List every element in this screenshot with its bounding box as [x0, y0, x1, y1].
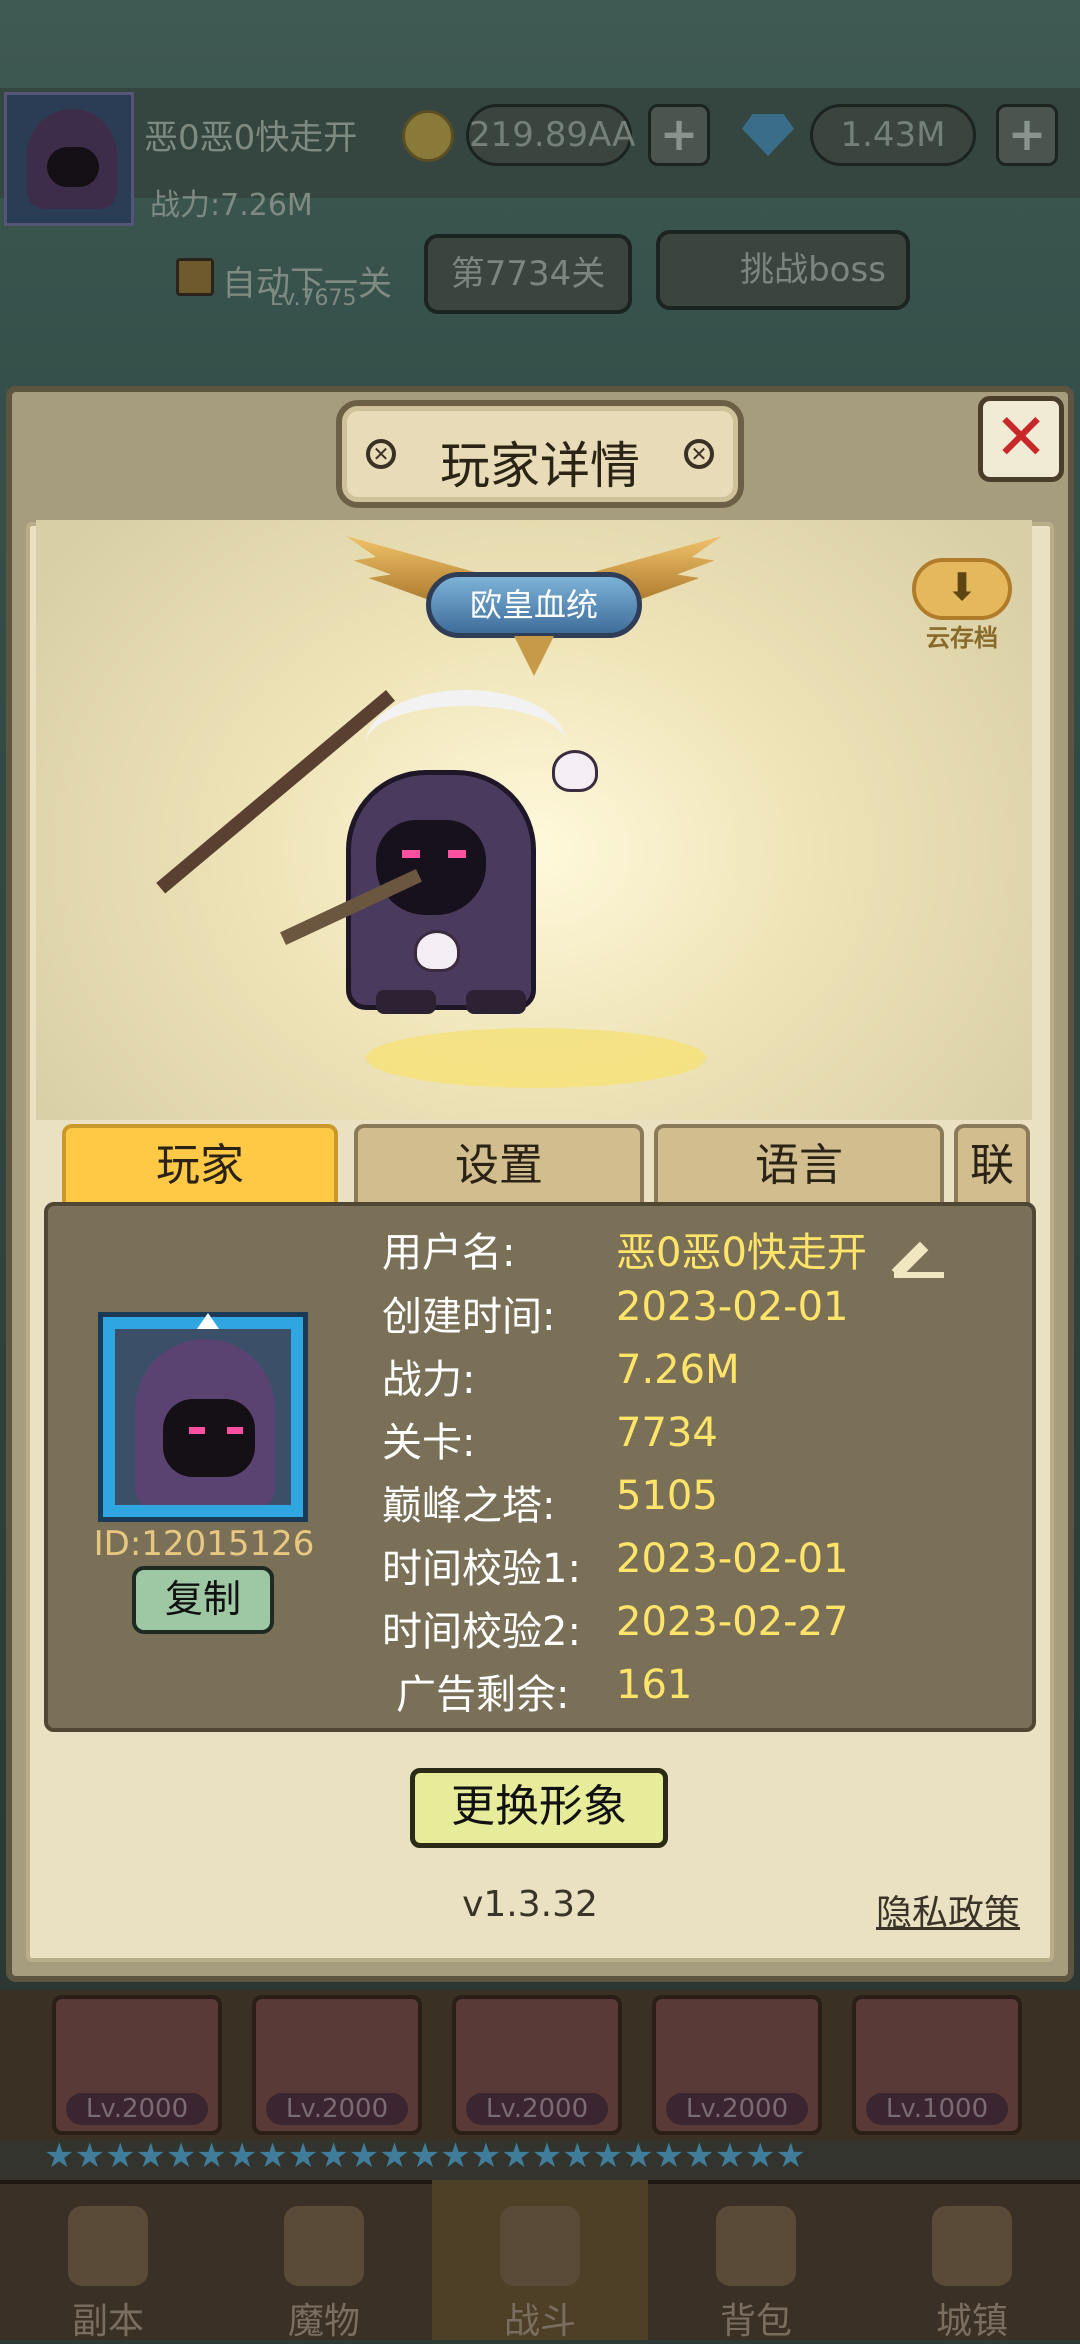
monster-card-level: Lv.2000 — [466, 2093, 608, 2125]
tab-language[interactable]: 语言 — [654, 1124, 944, 1206]
info-label: 战力: — [382, 1357, 476, 1403]
username-value: 恶0恶0快走开 — [616, 1230, 867, 1276]
reaper-left-boot — [376, 990, 436, 1014]
portrait-face-shape — [163, 1399, 255, 1477]
info-label: 创建时间: — [382, 1294, 556, 1340]
info-label: 时间校验2: — [382, 1609, 581, 1655]
backpack-icon — [716, 2206, 796, 2286]
monster-card-level: Lv.1000 — [866, 2093, 1008, 2125]
add-gems-button[interactable]: + — [996, 104, 1058, 166]
hud-power: 战力:7.26M — [150, 188, 313, 223]
add-gold-button[interactable]: + — [648, 104, 710, 166]
hero-display-stage: 欧皇血统 ⬇ 云存档 — [36, 520, 1032, 1120]
nav-monsters[interactable]: 魔物 — [216, 2180, 432, 2342]
ads-remaining-value: 161 — [616, 1662, 693, 1708]
version-text: v1.3.32 — [462, 1884, 598, 1925]
info-label: 广告剩余: — [396, 1672, 570, 1718]
hud-avatar[interactable] — [4, 92, 134, 226]
hud-gem-amount: 1.43M — [810, 104, 976, 166]
change-avatar-button[interactable]: 更换形象 — [410, 1768, 668, 1848]
modal-title-plate: ✕ 玩家详情 ✕ — [336, 400, 744, 508]
nav-label: 战斗 — [503, 2301, 576, 2342]
portrait-image — [115, 1329, 291, 1505]
player-portrait — [98, 1312, 308, 1522]
close-button[interactable]: ✕ — [978, 396, 1064, 482]
copy-id-button[interactable]: 复制 — [132, 1566, 274, 1634]
pencil-base — [894, 1272, 944, 1278]
nav-label: 城镇 — [935, 2301, 1008, 2342]
nav-label: 副本 — [71, 2301, 144, 2342]
tab-settings[interactable]: 设置 — [354, 1124, 644, 1206]
map-icon — [68, 2206, 148, 2286]
challenge-boss-button[interactable]: 挑战boss — [656, 230, 910, 310]
created-value: 2023-02-01 — [616, 1284, 849, 1330]
reaper-left-eye — [402, 850, 420, 858]
stage-button[interactable]: 第7734关 — [424, 234, 632, 314]
nav-backpack[interactable]: 背包 — [648, 2180, 864, 2342]
tab-contact[interactable]: 联 — [954, 1124, 1030, 1206]
nav-label: 魔物 — [287, 2301, 360, 2342]
close-icon: ✕ — [994, 401, 1048, 475]
cloud-download-icon: ⬇ — [912, 558, 1012, 620]
nav-town[interactable]: 城镇 — [864, 2180, 1080, 2342]
reaper-character — [156, 650, 656, 1090]
timecheck2-value: 2023-02-27 — [616, 1599, 849, 1645]
tower-value: 5105 — [616, 1473, 718, 1519]
crossed-swords-icon — [500, 2206, 580, 2286]
tab-player[interactable]: 玩家 — [62, 1124, 338, 1206]
portrait-right-eye — [227, 1427, 243, 1434]
title-right-ornament-icon: ✕ — [684, 439, 714, 469]
monster-card[interactable]: Lv.1000 — [852, 1995, 1022, 2135]
nav-label: 背包 — [719, 2301, 792, 2342]
reaper-right-eye — [448, 850, 466, 858]
belt-skull-icon — [414, 930, 460, 972]
enemy-level: Lv.7675 — [270, 286, 357, 311]
info-label: 关卡: — [382, 1420, 476, 1466]
shop-icon — [932, 2206, 1012, 2286]
monster-card-level: Lv.2000 — [66, 2093, 208, 2125]
gold-coin-icon — [402, 110, 454, 162]
monster-card-level: Lv.2000 — [666, 2093, 808, 2125]
hud-player-name: 恶0恶0快走开 — [144, 118, 358, 158]
nav-battle[interactable]: 战斗 — [432, 2180, 648, 2342]
info-label: 巅峰之塔: — [382, 1483, 556, 1529]
monster-card[interactable]: Lv.2000 — [652, 1995, 822, 2135]
nav-dungeon[interactable]: 副本 — [0, 2180, 216, 2342]
star-rating-row: ★★★★★★★★★★★★★★★★★★★★★★★★★ — [44, 2136, 807, 2176]
monster-card[interactable]: Lv.2000 — [252, 1995, 422, 2135]
avatar-face-shape — [47, 147, 99, 187]
portrait-top-marker-icon — [197, 1313, 219, 1329]
auto-next-checkbox[interactable] — [176, 258, 214, 296]
hud-gold-amount: 219.89AA — [466, 104, 635, 166]
power-value: 7.26M — [616, 1347, 740, 1393]
cloud-save-button[interactable]: ⬇ 云存档 — [912, 550, 1012, 652]
stage-value: 7734 — [616, 1410, 718, 1456]
modal-title: 玩家详情 — [440, 437, 640, 495]
monster-icon — [284, 2206, 364, 2286]
portrait-left-eye — [189, 1427, 205, 1434]
edit-name-pencil-icon[interactable] — [891, 1232, 944, 1280]
monster-card[interactable]: Lv.2000 — [452, 1995, 622, 2135]
monster-card[interactable]: Lv.2000 — [52, 1995, 222, 2135]
privacy-policy-link[interactable]: 隐私政策 — [876, 1884, 1020, 1936]
info-label: 时间校验1: — [382, 1546, 581, 1592]
title-badge: 欧皇血统 — [426, 572, 642, 638]
info-label: 用户名: — [382, 1230, 516, 1276]
player-id: ID:12015126 — [93, 1524, 315, 1564]
reaper-right-boot — [466, 990, 526, 1014]
monster-card-level: Lv.2000 — [266, 2093, 408, 2125]
skull-icon — [552, 750, 598, 792]
reaper-face — [376, 820, 486, 915]
timecheck1-value: 2023-02-01 — [616, 1536, 849, 1582]
cloud-save-label: 云存档 — [926, 624, 998, 652]
challenge-boss-label: 挑战boss — [740, 250, 886, 290]
